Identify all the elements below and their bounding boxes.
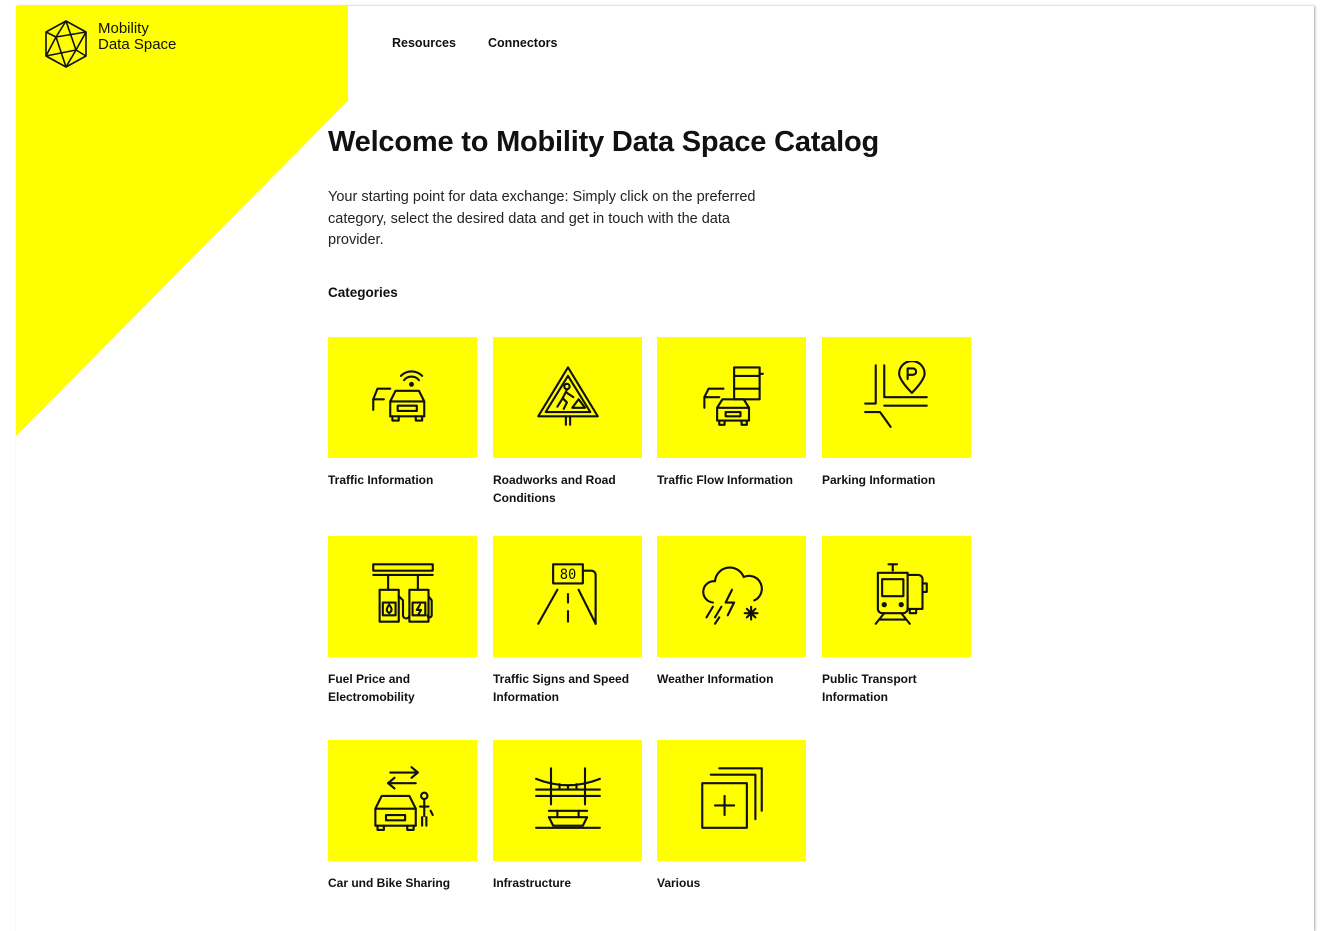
parking-icon: [863, 359, 931, 434]
car-bike-sharing-icon: [369, 764, 437, 837]
brand-line-2: Data Space: [98, 36, 177, 53]
category-tile-label: Weather Information: [657, 672, 774, 686]
categories-heading: Categories: [328, 285, 398, 300]
page-title: Welcome to Mobility Data Space Catalog: [328, 126, 880, 158]
category-tile-label: Roadworks and Road Conditions: [493, 473, 616, 505]
category-tile-traffic-information[interactable]: Traffic Information: [328, 337, 477, 489]
category-tile-icon-box: [328, 337, 477, 458]
category-tile-fuel-price[interactable]: Fuel Price and Electromobility: [328, 536, 477, 706]
category-tile-car-bike-sharing[interactable]: Car und Bike Sharing: [328, 740, 477, 892]
weather-icon: [698, 560, 766, 633]
category-tile-label: Parking Information: [822, 473, 936, 487]
top-nav: Resources Connectors: [392, 36, 557, 50]
category-tile-label: Traffic Flow Information: [657, 473, 794, 487]
category-tile-icon-box: [657, 536, 806, 657]
category-tile-traffic-signs[interactable]: 80 Traffic Signs and Speed Information: [493, 536, 642, 706]
roadworks-icon: [534, 361, 602, 434]
category-tile-label: Car und Bike Sharing: [328, 876, 451, 890]
speed-sign-value: 80: [559, 567, 576, 583]
intro-text: Your starting point for data exchange: S…: [328, 189, 756, 248]
category-tile-parking[interactable]: Parking Information: [822, 337, 971, 489]
category-tile-icon-box: [822, 536, 971, 657]
category-tile-icon-box: [822, 337, 971, 458]
category-tile-label: Traffic Signs and Speed Information: [493, 672, 630, 704]
traffic-flow-icon: [698, 361, 766, 434]
category-tile-icon-box: 80: [493, 536, 642, 657]
hexagon-network-logo-icon: [40, 18, 92, 75]
category-tile-label: Fuel Price and Electromobility: [328, 672, 415, 704]
stacked-squares-plus-icon: [698, 764, 766, 837]
speed-sign-icon: 80: [534, 560, 602, 633]
tram-bus-icon: [863, 560, 931, 633]
category-tile-icon-box: [657, 740, 806, 861]
brand-logo[interactable]: Mobility Data Space: [40, 18, 176, 75]
category-tile-icon-box: [493, 740, 642, 861]
page-frame: Mobility Data Space Resources Connectors…: [16, 6, 1314, 931]
bridge-icon: [534, 764, 602, 837]
category-tile-weather[interactable]: Weather Information: [657, 536, 806, 688]
nav-link-connectors[interactable]: Connectors: [488, 36, 557, 50]
nav-link-resources[interactable]: Resources: [392, 36, 456, 50]
category-tile-label: Various: [657, 876, 701, 890]
traffic-info-icon: [369, 361, 437, 434]
category-tile-icon-box: [328, 740, 477, 861]
category-tile-label: Traffic Information: [328, 473, 434, 487]
category-tile-label: Public Transport Information: [822, 672, 917, 704]
fuel-station-icon: [369, 560, 437, 633]
brand-name: Mobility Data Space: [98, 21, 176, 53]
category-tile-various[interactable]: Various: [657, 740, 806, 892]
category-tile-roadworks[interactable]: Roadworks and Road Conditions: [493, 337, 642, 507]
category-tile-public-transport[interactable]: Public Transport Information: [822, 536, 971, 706]
brand-line-1: Mobility: [98, 20, 149, 37]
category-tile-icon-box: [657, 337, 806, 458]
category-tile-label: Infrastructure: [493, 876, 572, 890]
category-tile-icon-box: [493, 337, 642, 458]
category-tile-icon-box: [328, 536, 477, 657]
category-tile-traffic-flow[interactable]: Traffic Flow Information: [657, 337, 806, 489]
category-tile-infrastructure[interactable]: Infrastructure: [493, 740, 642, 892]
